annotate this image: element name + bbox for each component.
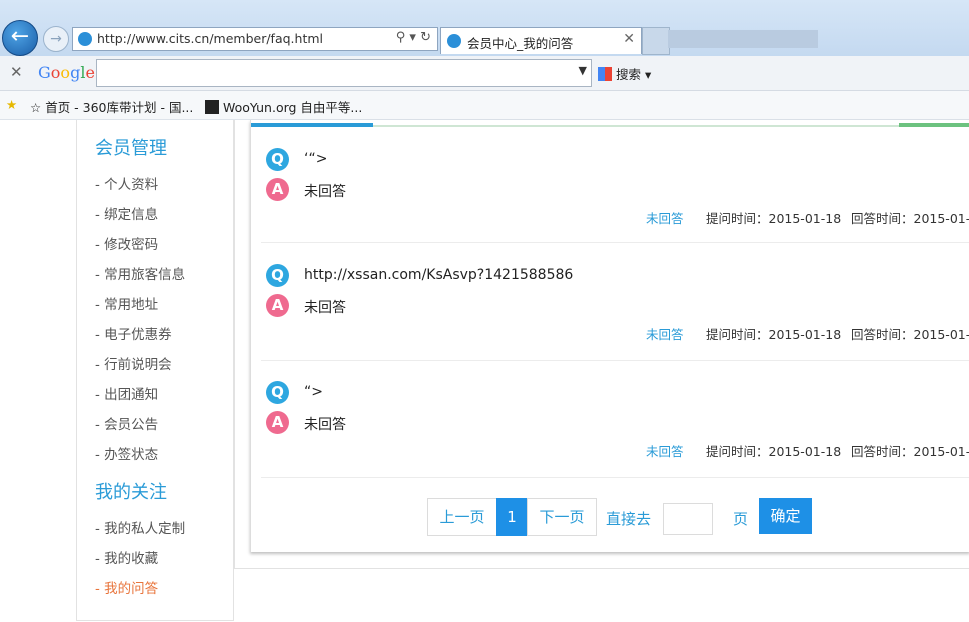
ask-time: 提问时间：2015-01-18 <box>706 444 842 459</box>
answer-time: 回答时间：2015-01-1 <box>851 444 969 459</box>
search-refresh-icon[interactable]: ⚲ ▾ ↻ <box>396 30 431 45</box>
sidebar-item-binding[interactable]: - 绑定信息 <box>95 203 158 223</box>
sidebar-item-password[interactable]: - 修改密码 <box>95 233 158 253</box>
divider <box>261 360 969 361</box>
sidebar-item-coupons[interactable]: - 电子优惠券 <box>95 323 172 343</box>
answer-status: 未回答 <box>646 327 684 342</box>
a-badge: A <box>266 294 289 317</box>
favorite-label: WooYun.org 自由平等... <box>223 100 363 115</box>
current-page-button[interactable]: 1 <box>496 498 528 536</box>
sidebar-item-notice[interactable]: - 会员公告 <box>95 413 158 433</box>
forward-button[interactable]: → <box>43 26 69 52</box>
q-badge: Q <box>266 264 289 287</box>
google-search-button[interactable]: 搜索 ▾ <box>598 64 651 83</box>
member-sidebar: 会员管理 - 个人资料 - 绑定信息 - 修改密码 - 常用旅客信息 - 常用地… <box>76 120 234 621</box>
toolbar-close-icon[interactable]: ✕ <box>10 63 23 81</box>
address-url[interactable]: http://www.cits.cn/member/faq.html <box>97 31 323 46</box>
sidebar-item-briefing[interactable]: - 行前说明会 <box>95 353 172 373</box>
sidebar-item-custom[interactable]: - 我的私人定制 <box>95 517 185 537</box>
browser-titlebar: ← → http://www.cits.cn/member/faq.html ⚲… <box>0 0 969 56</box>
answer-text: 未回答 <box>304 300 346 316</box>
sidebar-section-title: 我的关注 <box>95 482 167 503</box>
goto-label: 直接去 <box>606 510 652 528</box>
google-toolbar: ✕ Google ▼ 搜索 ▾ <box>0 56 969 91</box>
back-button[interactable]: ← <box>2 20 38 56</box>
new-tab-button[interactable] <box>642 27 670 55</box>
favorites-bar: ★ ☆ 首页 - 360库带计划 - 国... WooYun.org 自由平等.… <box>0 91 969 120</box>
favorite-link-home[interactable]: ☆ 首页 - 360库带计划 - 国... <box>30 97 193 116</box>
sidebar-item-qa[interactable]: - 我的问答 <box>95 577 158 597</box>
wooyun-icon <box>205 100 219 114</box>
chevron-down-icon[interactable]: ▼ <box>579 64 587 77</box>
sidebar-section-title: 会员管理 <box>95 138 167 159</box>
divider <box>261 242 969 243</box>
tab-title: 会员中心_我的问答 <box>467 36 574 51</box>
next-page-button[interactable]: 下一页 <box>527 498 597 536</box>
prev-page-button[interactable]: 上一页 <box>427 498 497 536</box>
question-text: “> <box>304 384 323 400</box>
sidebar-item-profile[interactable]: - 个人资料 <box>95 173 158 193</box>
answer-time: 回答时间：2015-01-1 <box>851 327 969 342</box>
sidebar-item-favorites[interactable]: - 我的收藏 <box>95 547 158 567</box>
browser-tab[interactable]: 会员中心_我的问答 ✕ <box>440 27 642 54</box>
tab-favicon-icon <box>447 34 461 48</box>
answer-time: 回答时间：2015-01-1 <box>851 211 969 226</box>
panel-tab-active[interactable] <box>251 123 373 127</box>
page-number-input[interactable] <box>663 503 713 535</box>
q-badge: Q <box>266 148 289 171</box>
favorites-star-icon[interactable]: ★ <box>6 97 17 112</box>
question-text: ‘“> <box>304 151 328 167</box>
confirm-button[interactable]: 确定 <box>759 498 812 534</box>
sidebar-item-departure[interactable]: - 出团通知 <box>95 383 158 403</box>
a-badge: A <box>266 178 289 201</box>
panel-tab-right[interactable] <box>899 123 969 127</box>
answer-status: 未回答 <box>646 211 684 226</box>
qa-panel: Q ‘“> A 未回答 未回答 提问时间：2015-01-18 回答时间：201… <box>250 120 969 552</box>
google-icon <box>598 67 612 81</box>
a-badge: A <box>266 411 289 434</box>
favorite-label: 首页 - 360库带计划 - 国... <box>45 100 194 115</box>
favorite-link-wooyun[interactable]: WooYun.org 自由平等... <box>205 97 362 116</box>
tab-close-icon[interactable]: ✕ <box>623 31 635 47</box>
sidebar-item-address[interactable]: - 常用地址 <box>95 293 158 313</box>
answer-text: 未回答 <box>304 184 346 200</box>
site-favicon-icon <box>78 32 92 46</box>
sidebar-item-travelers[interactable]: - 常用旅客信息 <box>95 263 185 283</box>
ask-time: 提问时间：2015-01-18 <box>706 327 842 342</box>
answer-text: 未回答 <box>304 417 346 433</box>
q-badge: Q <box>266 381 289 404</box>
question-text: http://xssan.com/KsAsvp?1421588586 <box>304 267 574 283</box>
answer-status: 未回答 <box>646 444 684 459</box>
sidebar-item-visa[interactable]: - 办签状态 <box>95 443 158 463</box>
blurred-tab[interactable] <box>668 30 818 48</box>
google-search-label: 搜索 <box>616 67 642 82</box>
page-unit-label: 页 <box>733 510 749 528</box>
google-logo: Google <box>38 63 95 82</box>
address-bar[interactable]: http://www.cits.cn/member/faq.html ⚲ ▾ ↻ <box>72 27 438 51</box>
divider <box>261 477 969 478</box>
ask-time: 提问时间：2015-01-18 <box>706 211 842 226</box>
google-search-input[interactable]: ▼ <box>96 59 592 87</box>
